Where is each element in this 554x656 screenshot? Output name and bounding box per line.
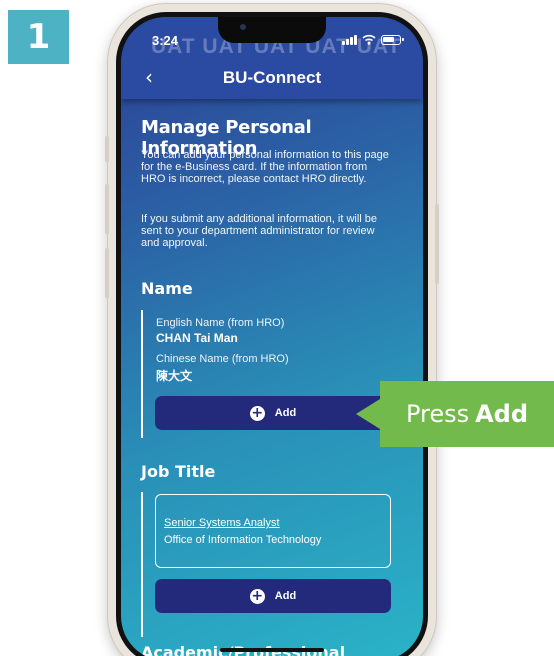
job-title-card: Senior Systems Analyst Office of Informa… — [155, 494, 391, 568]
chinese-name-value: 陳大文 — [156, 369, 193, 383]
info-paragraph-hro: You can add your personal information to… — [141, 149, 389, 185]
phone-frame: UAT UAT UAT UAT UAT 3:24 ‹ BU-Connect Ma… — [105, 4, 439, 656]
mute-switch — [105, 136, 109, 162]
battery-icon — [381, 34, 404, 45]
job-title-link[interactable]: Senior Systems Analyst — [164, 517, 280, 529]
name-section-heading: Name — [141, 279, 193, 298]
status-time: 3:24 — [152, 33, 179, 48]
job-title-section-heading: Job Title — [141, 462, 216, 481]
press-add-callout: Press Add — [356, 381, 554, 447]
power-button — [435, 204, 439, 284]
camera-icon — [240, 24, 246, 30]
status-icons — [342, 34, 404, 45]
home-indicator — [220, 648, 324, 652]
add-job-title-button[interactable]: + Add — [155, 579, 391, 613]
info-paragraph-approval: If you submit any additional information… — [141, 213, 378, 249]
main-content: Manage Personal Information You can add … — [121, 99, 423, 656]
volume-up-button — [105, 184, 109, 234]
step-number-badge: 1 — [8, 10, 69, 64]
app-title: BU-Connect — [222, 68, 322, 87]
notch — [218, 17, 326, 43]
add-name-button-label: Add — [274, 407, 297, 419]
callout-box: Press Add — [380, 381, 554, 447]
plus-circle-icon: + — [249, 404, 265, 421]
callout-bold-text: Add — [475, 400, 529, 428]
phone-screen: UAT UAT UAT UAT UAT 3:24 ‹ BU-Connect Ma… — [121, 17, 423, 656]
plus-circle-icon: + — [249, 587, 265, 604]
signal-icon — [342, 34, 357, 45]
callout-text: Press — [405, 400, 470, 428]
english-name-value: CHAN Tai Man — [156, 331, 238, 345]
english-name-label: English Name (from HRO) — [156, 317, 285, 329]
volume-down-button — [105, 248, 109, 298]
name-section-bar — [141, 310, 143, 438]
job-department: Office of Information Technology — [164, 534, 322, 546]
arrow-left-icon — [356, 399, 380, 429]
job-section-bar — [141, 492, 143, 637]
add-job-button-label: Add — [274, 590, 297, 602]
chinese-name-label: Chinese Name (from HRO) — [156, 353, 289, 365]
wifi-icon — [362, 34, 376, 45]
